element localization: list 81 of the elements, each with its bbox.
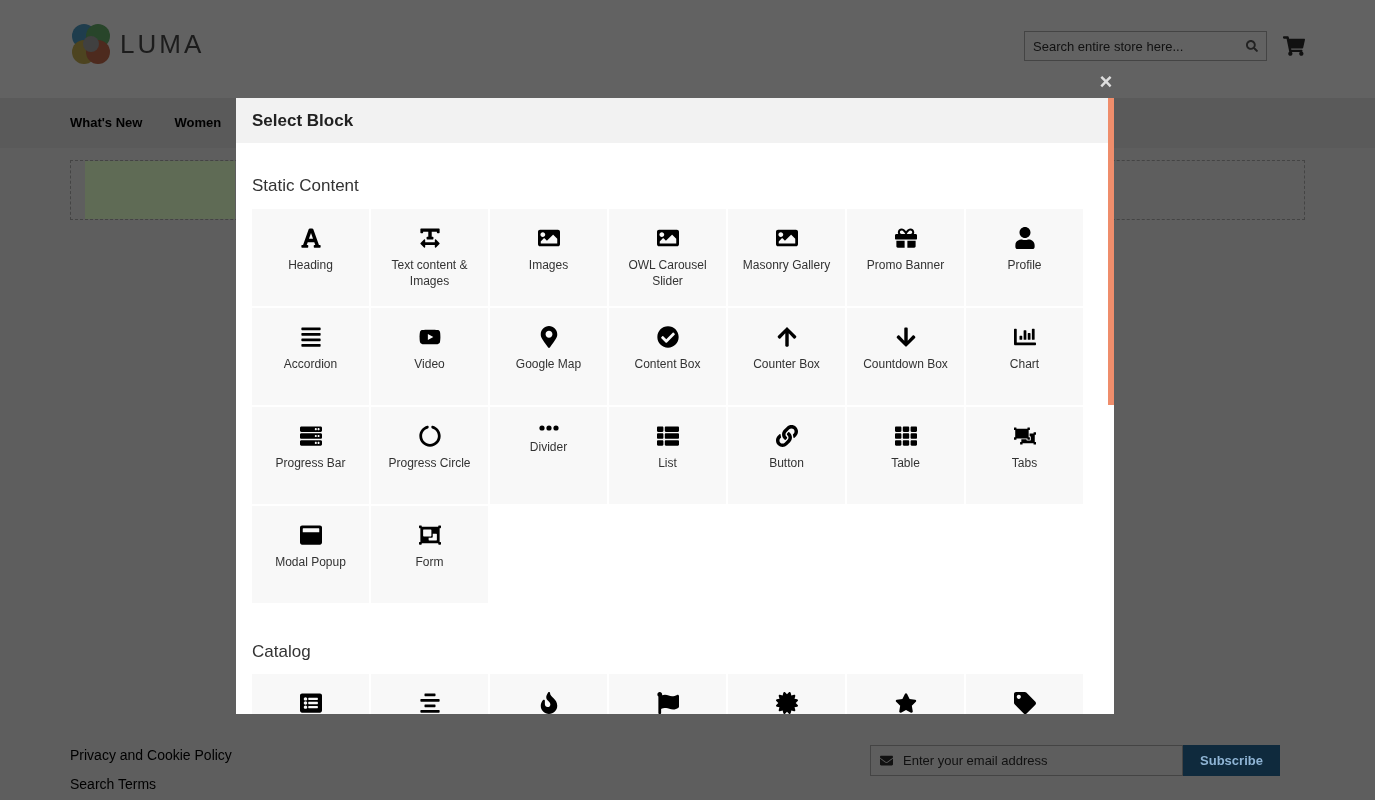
grid-icon bbox=[894, 424, 917, 447]
block-label: Google Map bbox=[514, 355, 583, 372]
block-label: Button bbox=[768, 454, 805, 471]
block-label: Countdown Box bbox=[862, 355, 949, 372]
block-tile[interactable]: Masonry Gallery bbox=[728, 208, 845, 306]
block-label: Text content & Images bbox=[390, 256, 469, 289]
block-tile[interactable]: Profile bbox=[966, 208, 1083, 306]
section-heading: Catalog bbox=[252, 640, 312, 663]
block-label: Promo Banner bbox=[865, 256, 946, 273]
arrow-up-icon bbox=[775, 325, 798, 348]
list-icon bbox=[656, 424, 679, 447]
subscribe-button[interactable]: Subscribe bbox=[1183, 745, 1280, 776]
list-icon bbox=[299, 692, 322, 714]
centered-lines-icon bbox=[418, 692, 441, 714]
tag-icon bbox=[1013, 692, 1036, 714]
stacked-bars-icon bbox=[299, 424, 322, 447]
block-tile[interactable]: Heading bbox=[252, 208, 369, 306]
letter-a-icon bbox=[299, 226, 322, 249]
block-tile[interactable]: Images bbox=[490, 208, 607, 306]
flag-icon bbox=[656, 692, 679, 714]
block-label: Modal Popup bbox=[274, 553, 347, 570]
block-tile[interactable]: Content Box bbox=[609, 307, 726, 405]
cart-icon[interactable] bbox=[1283, 35, 1305, 57]
block-tile[interactable]: Google Map bbox=[490, 307, 607, 405]
block-label: Progress Bar bbox=[274, 454, 347, 471]
block-label: Form bbox=[414, 553, 445, 570]
logo-icon bbox=[70, 22, 112, 66]
block-tile[interactable]: Progress Circle bbox=[371, 406, 488, 504]
block-label: Chart bbox=[1008, 355, 1041, 372]
block-label: List bbox=[657, 454, 678, 471]
search-icon[interactable] bbox=[1246, 40, 1258, 52]
ring-icon bbox=[418, 424, 441, 447]
block-tile[interactable]: Form bbox=[371, 505, 488, 603]
block-tile[interactable]: Tabs bbox=[966, 406, 1083, 504]
email-field[interactable]: Enter your email address bbox=[870, 745, 1183, 776]
gift-icon bbox=[894, 226, 917, 249]
block-tile[interactable]: Chart bbox=[966, 307, 1083, 405]
dots-icon bbox=[538, 424, 559, 431]
block-tile[interactable]: Button bbox=[728, 406, 845, 504]
block-tile[interactable]: OWL Carousel Slider bbox=[609, 208, 726, 306]
block-label: OWL Carousel Slider bbox=[627, 256, 708, 289]
block-tile[interactable]: Video bbox=[371, 307, 488, 405]
block-label: Progress Circle bbox=[387, 454, 472, 471]
block-tile[interactable]: Counter Box bbox=[728, 307, 845, 405]
block-tile[interactable]: Divider bbox=[490, 406, 607, 504]
block-label: Counter Box bbox=[752, 355, 821, 372]
selection-icon bbox=[418, 523, 441, 546]
block-label: Heading bbox=[287, 256, 334, 273]
block-label: Content Box bbox=[633, 355, 702, 372]
link-icon bbox=[775, 424, 798, 447]
block-label: Tabs bbox=[1010, 454, 1039, 471]
block-tile[interactable]: Promo Banner bbox=[847, 208, 964, 306]
block-label: Divider bbox=[528, 438, 569, 455]
block-tile[interactable]: Modal Popup bbox=[252, 505, 369, 603]
star-icon bbox=[894, 692, 917, 714]
window-icon bbox=[299, 523, 322, 546]
block-tile[interactable]: List bbox=[609, 406, 726, 504]
scrollbar-thumb[interactable] bbox=[1108, 98, 1114, 405]
user-icon bbox=[1013, 226, 1036, 249]
block-label: Profile bbox=[1006, 256, 1043, 273]
block-label: Images bbox=[527, 256, 570, 273]
modal-title: Select Block bbox=[252, 109, 354, 132]
block-tile[interactable]: Text content & Images bbox=[371, 208, 488, 306]
block-tile[interactable]: Table bbox=[847, 406, 964, 504]
block-tile[interactable]: Countdown Box bbox=[847, 307, 964, 405]
block-label: Masonry Gallery bbox=[741, 256, 832, 273]
search-field[interactable]: Search entire store here... bbox=[1024, 31, 1267, 61]
close-button[interactable]: × bbox=[1096, 70, 1116, 94]
lines-icon bbox=[299, 325, 322, 348]
block-label: Table bbox=[890, 454, 921, 471]
shapes-icon bbox=[1013, 424, 1036, 447]
block-label: Accordion bbox=[282, 355, 339, 372]
envelope-icon bbox=[880, 754, 893, 767]
block-label: Video bbox=[413, 355, 446, 372]
section-heading: Static Content bbox=[252, 175, 360, 197]
text-icon bbox=[418, 226, 441, 249]
block-tile[interactable]: Progress Bar bbox=[252, 406, 369, 504]
block-tile[interactable]: Accordion bbox=[252, 307, 369, 405]
arrow-down-icon bbox=[894, 325, 917, 348]
badge-icon bbox=[775, 692, 798, 714]
logo-text: LUMA bbox=[120, 27, 205, 61]
